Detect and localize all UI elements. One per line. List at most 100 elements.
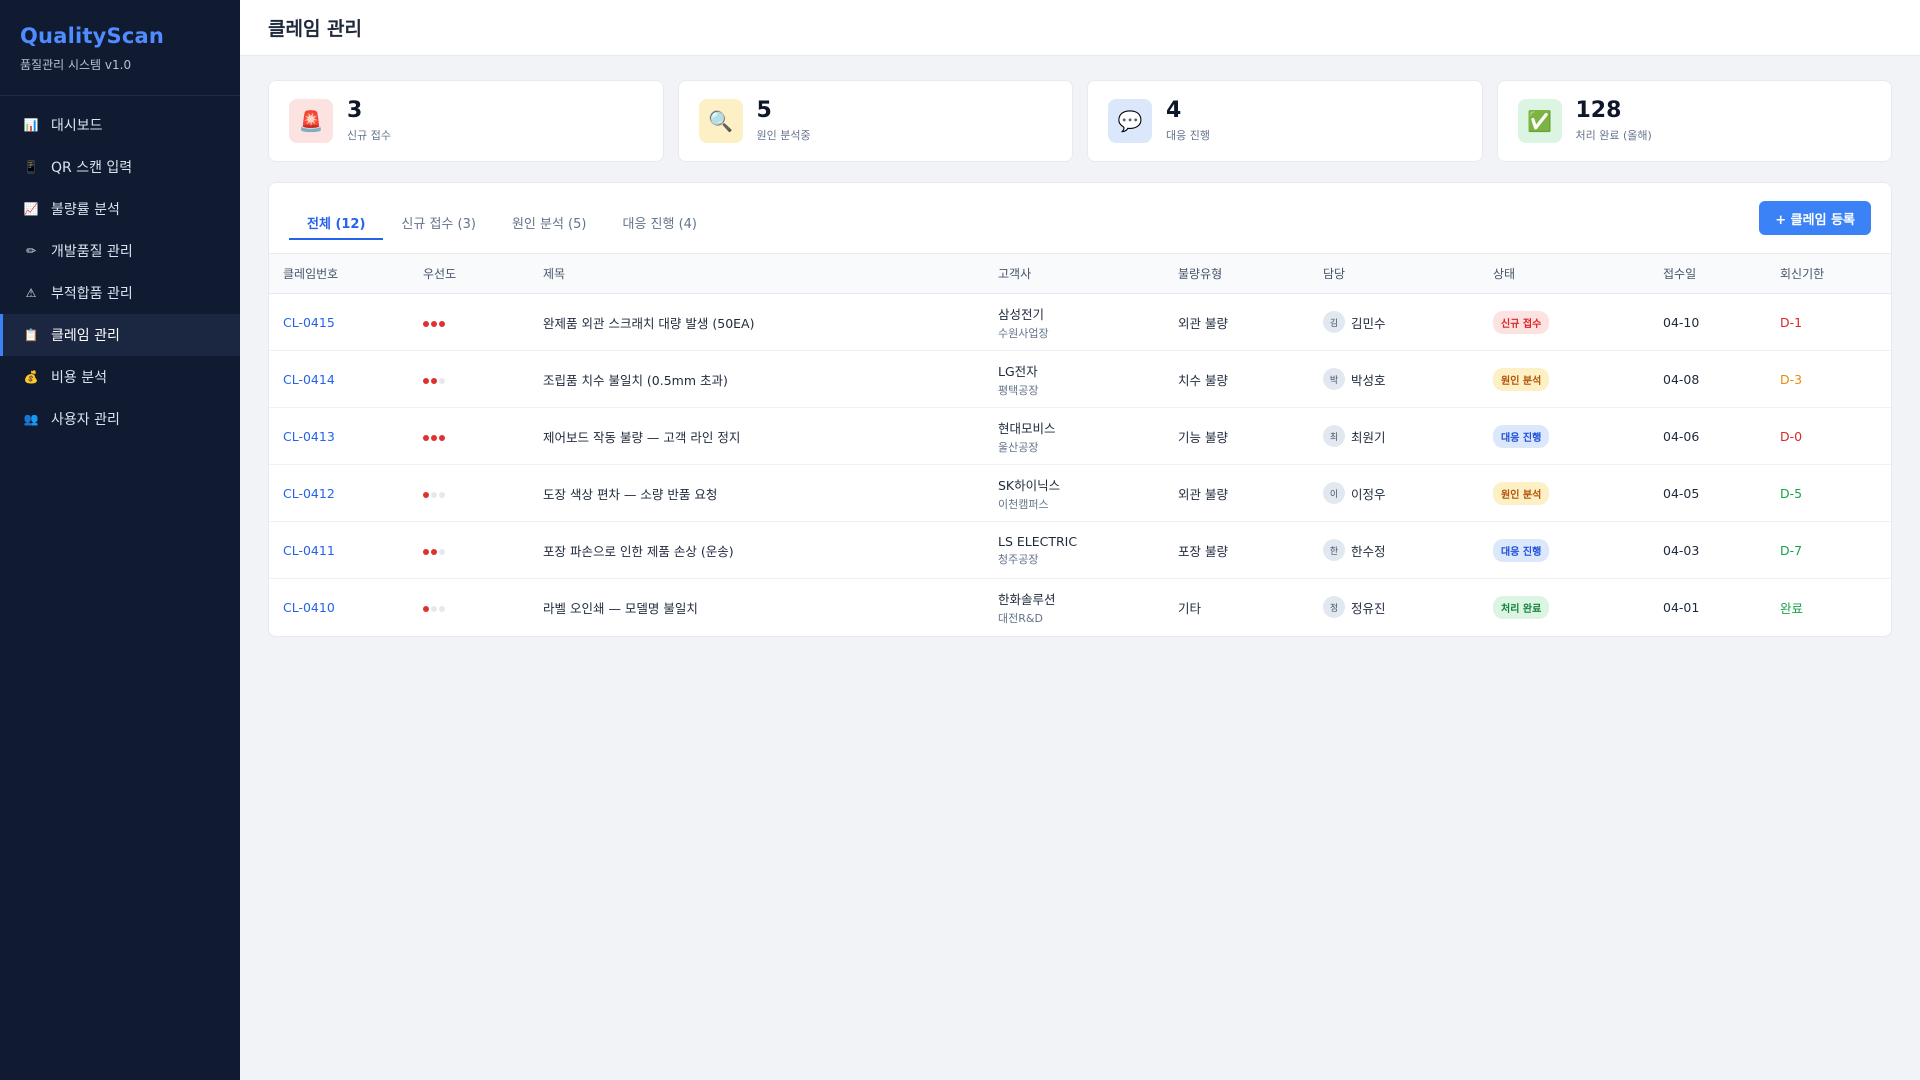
stat-label: 원인 분석중 [756,129,811,143]
claims-table: 클레임번호 우선도 제목 고객사 불량유형 담당 상태 접수일 회신기한 CL-0415 완제품 … [269,253,1891,636]
priority-dot [423,548,429,555]
priority-dot [431,377,437,384]
avatar: 한 [1323,539,1345,561]
priority-dot [423,491,429,498]
customer-cell: SK하이닉스 이천캠퍼스 [984,464,1164,522]
sidebar-item-label: 사용자 관리 [51,412,120,428]
status-badge: 원인 분석 [1493,481,1550,505]
claim-id-link[interactable]: CL-0411 [283,543,335,558]
table-row[interactable]: CL-0412 도장 색상 편차 — 소량 반품 요청 SK하이닉스 이천캠퍼스 외관 … [269,464,1891,522]
column-header[interactable]: 고객사 [984,253,1164,294]
claim-id-cell: CL-0413 [269,407,409,465]
priority-dot [423,320,429,327]
status-badge: 신규 접수 [1493,310,1550,334]
sidebar-item-6[interactable]: 💰 비용 분석 [0,356,240,398]
stat-card: 🔍 5 원인 분석중 [677,80,1073,162]
claim-id-cell: CL-0415 [269,293,409,351]
sidebar-item-4[interactable]: ⚠ 부적합품 관리 [0,272,240,314]
owner-name: 박성호 [1351,372,1386,388]
reply-due: D-5 [1766,464,1891,522]
customer-name: 삼성전기 [998,306,1045,322]
sidebar-item-label: 부적합품 관리 [51,286,133,302]
table-row[interactable]: CL-0410 라벨 오인쇄 — 모델명 불일치 한화솔루션 대전R&D 기타 정 정유진 처… [269,579,1891,636]
received-date: 04-06 [1649,407,1766,465]
owner-name: 김민수 [1351,315,1386,331]
customer-name: 현대모비스 [998,420,1056,436]
trend-chart-icon: 📈 [23,202,39,216]
table-row[interactable]: CL-0411 포장 파손으로 인한 제품 손상 (운송) LS ELECTRIC 청… [269,521,1891,579]
table-row[interactable]: CL-0414 조립품 치수 불일치 (0.5mm 초과) LG전자 평택공장 치수 불… [269,350,1891,408]
column-header[interactable]: 제목 [529,253,984,294]
owner-cell: 최 최원기 [1309,407,1479,465]
panel-header: 전체 (12) 신규 접수 (3) 원인 분석 (5) 대응 진행 (4) + 클레임… [269,183,1891,253]
defect-type: 기타 [1178,600,1202,616]
customer-site: 수원사업장 [998,326,1049,340]
check-box-icon: ✅ [1517,99,1562,143]
customer-cell: LG전자 평택공장 [984,350,1164,408]
stat-card: ✅ 128 처리 완료 (올해) [1496,80,1892,162]
column-header[interactable]: 우선도 [409,253,529,294]
claim-id-link[interactable]: CL-0415 [283,315,335,330]
customer-name: LG전자 [998,363,1038,379]
stat-card: 🚨 3 신규 접수 [268,80,664,162]
tab-1[interactable]: 신규 접수 (3) [383,206,494,240]
column-header[interactable]: 클레임번호 [269,253,409,294]
brand-subtitle: 품질관리 시스템 v1.0 [20,58,132,72]
reply-due: D-7 [1766,521,1891,579]
received-date: 04-10 [1649,293,1766,351]
owner-name: 한수정 [1351,543,1386,559]
claims-panel: 전체 (12) 신규 접수 (3) 원인 분석 (5) 대응 진행 (4) + 클레임… [268,182,1892,637]
sidebar-item-7[interactable]: 👥 사용자 관리 [0,398,240,440]
tab-2[interactable]: 원인 분석 (5) [494,206,605,240]
sidebar-item-1[interactable]: 📱 QR 스캔 입력 [0,146,240,188]
claim-title: 완제품 외관 스크래치 대량 발생 (50EA) [529,293,984,351]
stat-value: 128 [1575,97,1622,123]
priority-dot [439,491,445,498]
status-cell: 원인 분석 [1479,464,1649,522]
add-claim-button[interactable]: + 클레임 등록 [1759,201,1871,235]
brand-logo[interactable]: QualityScan [20,24,220,48]
table-row[interactable]: CL-0413 제어보드 작동 불량 — 고객 라인 정지 현대모비스 울산공장 기능 … [269,407,1891,465]
priority-indicator [423,548,445,555]
priority-cell [409,464,529,522]
siren-icon: 🚨 [289,99,333,143]
column-header[interactable]: 접수일 [1649,253,1766,294]
priority-cell [409,521,529,579]
tab-3[interactable]: 대응 진행 (4) [604,206,715,240]
column-header[interactable]: 상태 [1479,253,1649,294]
owner: 박 박성호 [1323,368,1479,390]
tab-0[interactable]: 전체 (12) [289,206,384,240]
sidebar-item-label: 불량률 분석 [51,202,120,218]
sidebar-item-5[interactable]: 📋 클레임 관리 [0,314,240,356]
customer-name: 한화솔루션 [998,591,1056,607]
sidebar-item-0[interactable]: 📊 대시보드 [0,104,240,146]
avatar: 김 [1323,311,1345,333]
claim-title: 도장 색상 편차 — 소량 반품 요청 [529,464,984,522]
sidebar-nav: 📊 대시보드 📱 QR 스캔 입력 📈 불량률 분석 ✏ 개발품질 관리 ⚠ 부적합품 관리 📋 클레… [0,96,240,440]
claim-id-link[interactable]: CL-0414 [283,372,335,387]
stat-value: 3 [347,97,363,123]
stat-text: 4 대응 진행 [1166,98,1210,143]
claim-id-link[interactable]: CL-0412 [283,486,335,501]
status-badge: 대응 진행 [1493,424,1550,448]
sidebar-item-label: 대시보드 [51,118,103,134]
sidebar-item-2[interactable]: 📈 불량률 분석 [0,188,240,230]
table-body: CL-0415 완제품 외관 스크래치 대량 발생 (50EA) 삼성전기수원사업장… [269,293,1891,636]
owner: 정 정유진 [1323,596,1479,619]
received-date: 04-05 [1649,464,1766,522]
owner-name: 정유진 [1351,600,1386,616]
column-header[interactable]: 담당 [1309,253,1479,294]
priority-dot [431,491,437,498]
customer-site: 울산공장 [998,440,1039,454]
sidebar-item-3[interactable]: ✏ 개발품질 관리 [0,230,240,272]
bar-chart-icon: 📊 [23,118,39,132]
status-cell: 원인 분석 [1479,350,1649,408]
column-header[interactable]: 불량유형 [1164,253,1309,294]
claim-id-link[interactable]: CL-0413 [283,429,335,444]
stat-label: 대응 진행 [1166,129,1210,143]
column-header[interactable]: 회신기한 [1766,253,1891,294]
claim-id-link[interactable]: CL-0410 [283,600,335,615]
status-badge: 처리 완료 [1493,595,1550,619]
status-cell: 대응 진행 [1479,407,1649,465]
table-row[interactable]: CL-0415 완제품 외관 스크래치 대량 발생 (50EA) 삼성전기수원사업장… [269,293,1891,351]
